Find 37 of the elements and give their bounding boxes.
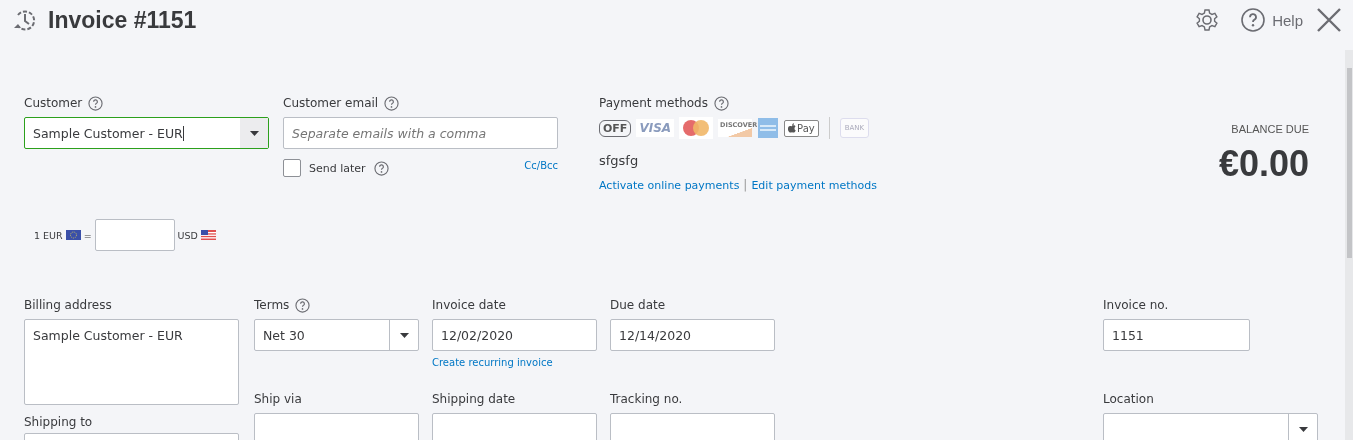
field-label: Payment methods <box>599 96 708 110</box>
balance-label: BALANCE DUE <box>1231 123 1309 135</box>
field-label: Customer <box>24 96 83 110</box>
visa-logo: VISA <box>636 119 675 137</box>
window-title: Invoice #1151 <box>48 6 198 34</box>
field-label: Shipping date <box>432 392 516 406</box>
due-date-field[interactable]: 12/14/2020 <box>610 319 775 351</box>
invoice-date-field[interactable]: 12/02/2020 <box>432 319 597 351</box>
field-label: Invoice date <box>432 298 506 312</box>
cc-bcc-link[interactable]: Cc/Bcc <box>524 159 558 171</box>
email-input[interactable]: Separate emails with a comma <box>283 117 558 149</box>
payments-toggle[interactable]: OFF <box>599 119 632 137</box>
invoice-number-field[interactable]: 1151 <box>1103 319 1250 351</box>
balance-amount: €0.00 <box>1218 143 1309 185</box>
currency-label: 1 EUR <box>34 229 63 241</box>
currency-label: USD <box>177 229 198 241</box>
recurring-invoice-link[interactable]: Create recurring invoice <box>432 357 553 368</box>
field-label: Invoice no. <box>1103 298 1169 312</box>
field-label: Location <box>1103 392 1154 406</box>
edit-payments-link[interactable]: Edit payment methods <box>751 178 877 192</box>
field-label: Customer email <box>283 96 379 110</box>
customer-dropdown[interactable]: Sample Customer - EUR <box>24 117 269 149</box>
equals-sign: = <box>83 229 92 241</box>
terms-dropdown[interactable]: Net 30 <box>254 319 419 351</box>
payment-memo: sfgsfg <box>599 153 640 168</box>
activate-payments-link[interactable]: Activate online payments <box>599 178 740 192</box>
send-later-label: Send later <box>309 161 366 175</box>
help-link[interactable]: Help <box>1272 11 1303 29</box>
field-label: Ship via <box>254 392 302 406</box>
field-label: Terms <box>254 298 290 312</box>
apple-pay-logo: Pay <box>784 119 819 137</box>
field-label: Due date <box>610 298 666 312</box>
field-label: Tracking no. <box>610 392 683 406</box>
field-label: Shipping to <box>24 415 93 429</box>
link-separator: | <box>743 178 748 192</box>
field-label: Billing address <box>24 298 112 312</box>
billing-address-field[interactable]: Sample Customer - EUR <box>24 319 239 405</box>
